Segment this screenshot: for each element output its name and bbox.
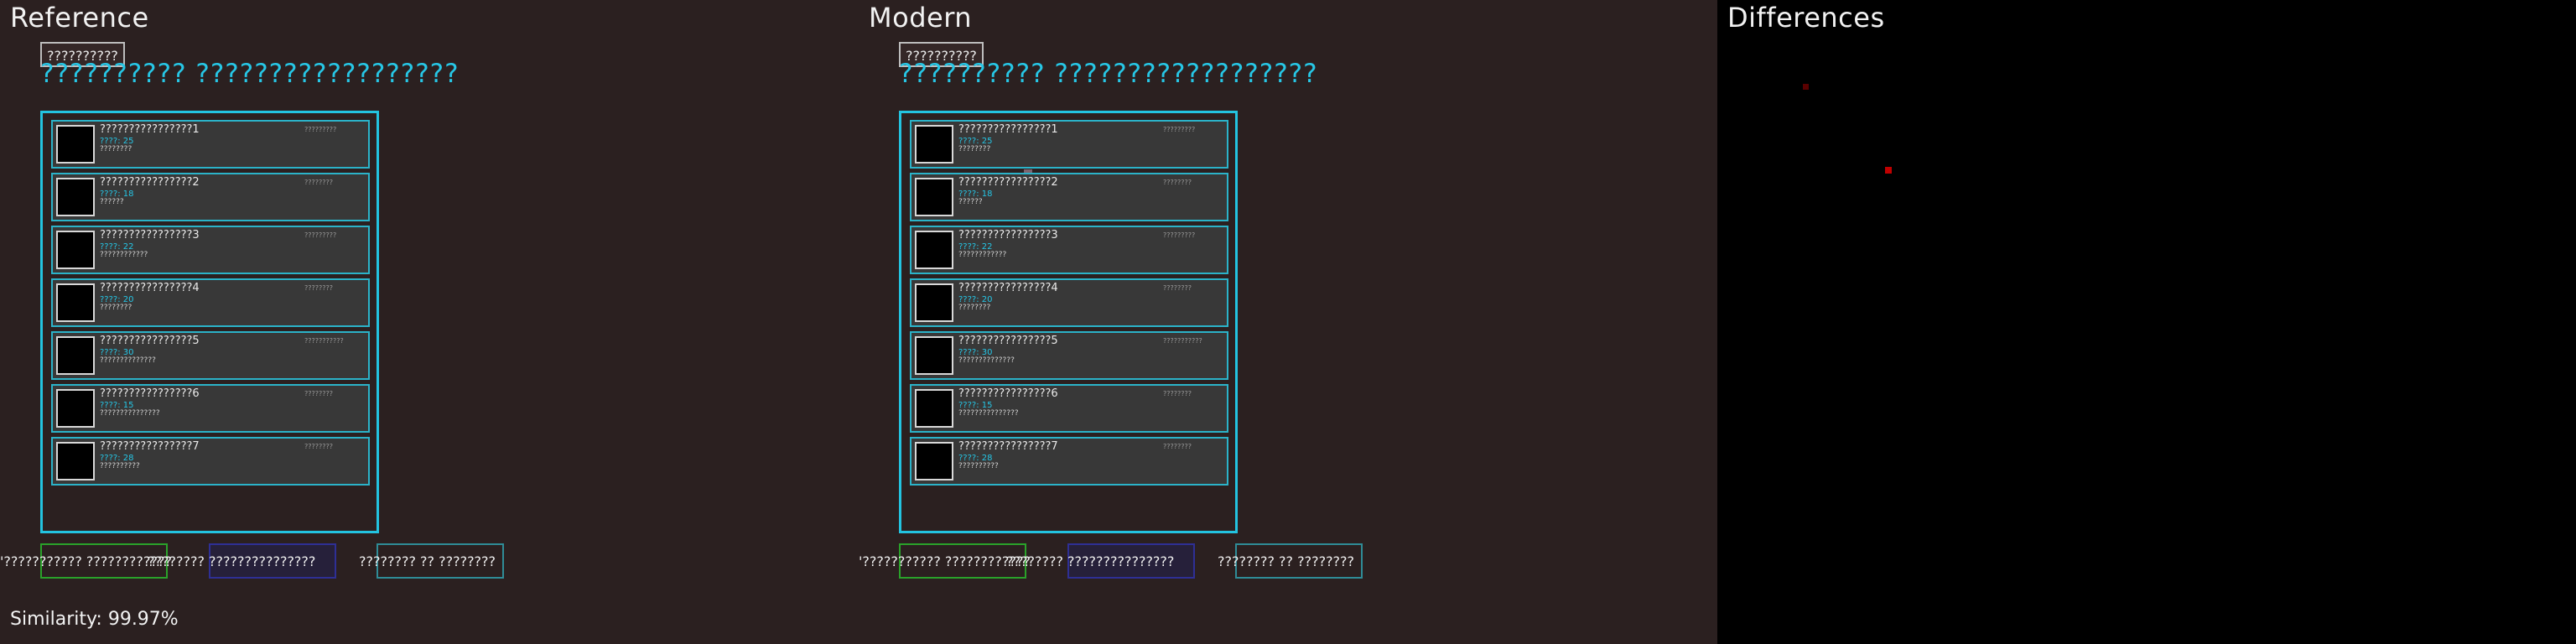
bottom-label-left: '??????????? ???????????? (0, 553, 172, 569)
item-thumbnail (56, 283, 95, 322)
list-item[interactable]: ????????????????6 ????: 15 ?????????????… (910, 384, 1228, 433)
item-title: ????????????????5 (100, 335, 200, 347)
item-title: ????????????????4 (958, 282, 1058, 294)
item-meta: ????????? (1163, 231, 1196, 239)
item-description: ???????? (100, 304, 132, 312)
item-title: ????????????????2 (958, 176, 1058, 189)
item-title: ????????????????7 (100, 440, 200, 453)
list-item[interactable]: ????????????????4 ????: 20 ???????? ????… (51, 278, 370, 327)
bottom-label-middle: ???????? ??????????????? (1006, 553, 1175, 569)
list-item[interactable]: ????????????????2 ????: 18 ?????? ??????… (51, 173, 370, 221)
list-item[interactable]: ????????????????5 ????: 30 ?????????????… (910, 331, 1228, 380)
item-description: ???????? (958, 145, 991, 153)
list-item[interactable]: ????????????????3 ????: 22 ???????????? … (51, 226, 370, 274)
item-title: ????????????????7 (958, 440, 1058, 453)
item-meta: ???????? (1163, 284, 1192, 292)
item-title: ????????????????2 (100, 176, 200, 189)
list-item[interactable]: ????????????????3 ????: 22 ???????????? … (910, 226, 1228, 274)
item-thumbnail (915, 389, 953, 428)
item-meta: ????????? (304, 126, 337, 133)
reference-panel: Reference ?????????? ?????????? ????????… (0, 0, 859, 644)
item-meta: ????????? (1163, 126, 1196, 133)
item-thumbnail (56, 442, 95, 480)
list-item[interactable]: ????????????????1 ????: 25 ???????? ????… (51, 120, 370, 169)
item-meta: ????????? (304, 231, 337, 239)
list-item[interactable]: ????????????????5 ????: 30 ?????????????… (51, 331, 370, 380)
item-list: ????????????????1 ????: 25 ???????? ????… (899, 111, 1238, 533)
item-title: ????????????????6 (958, 387, 1058, 400)
item-meta: ???????? (304, 443, 333, 450)
difference-marker (1803, 84, 1809, 90)
item-description: ?????????????? (100, 356, 156, 365)
panel-title-modern: Modern (869, 2, 973, 34)
item-meta: ???????? (304, 390, 333, 397)
item-description: ??????????????? (958, 409, 1019, 418)
item-thumbnail (915, 442, 953, 480)
item-meta: ???????? (1163, 390, 1192, 397)
item-description: ?????????? (958, 462, 999, 470)
item-title: ????????????????1 (100, 123, 200, 136)
panel-title-differences: Differences (1727, 2, 1885, 34)
item-title: ????????????????1 (958, 123, 1058, 136)
item-thumbnail (56, 178, 95, 216)
item-thumbnail (915, 125, 953, 164)
item-meta: ???????? (1163, 443, 1192, 450)
item-list: ????????????????1 ????: 25 ???????? ????… (40, 111, 379, 533)
list-item[interactable]: ????????????????7 ????: 28 ?????????? ??… (910, 437, 1228, 486)
item-title: ????????????????3 (958, 229, 1058, 242)
item-thumbnail (915, 336, 953, 375)
list-item[interactable]: ????????????????4 ????: 20 ???????? ????… (910, 278, 1228, 327)
item-meta: ??????????? (1163, 337, 1202, 345)
item-thumbnail (56, 389, 95, 428)
item-meta: ???????? (1163, 179, 1192, 186)
item-title: ????????????????3 (100, 229, 200, 242)
item-title: ????????????????4 (100, 282, 200, 294)
item-description: ???????? (100, 145, 132, 153)
item-title: ????????????????6 (100, 387, 200, 400)
item-description: ??????????????? (100, 409, 160, 418)
page-heading: ?????????? ?????????????????? (899, 59, 1318, 89)
panel-title-reference: Reference (10, 2, 149, 34)
item-description: ???????????? (100, 251, 148, 259)
bottom-label-left: '??????????? ???????????? (859, 553, 1031, 569)
item-thumbnail (56, 231, 95, 269)
item-description: ???????????? (958, 251, 1007, 259)
item-thumbnail (915, 178, 953, 216)
item-meta: ???????? (304, 284, 333, 292)
item-thumbnail (915, 231, 953, 269)
item-thumbnail (56, 336, 95, 375)
item-title: ????????????????5 (958, 335, 1058, 347)
item-description: ???????? (958, 304, 991, 312)
list-item[interactable]: ????????????????6 ????: 15 ?????????????… (51, 384, 370, 433)
bottom-label-right: ???????? ?? ???????? (1218, 553, 1355, 569)
item-meta: ???????? (304, 179, 333, 186)
page-heading: ?????????? ?????????????????? (40, 59, 460, 89)
bottom-label-middle: ???????? ??????????????? (148, 553, 316, 569)
item-meta: ??????????? (304, 337, 344, 345)
difference-marker (1885, 167, 1892, 174)
item-description: ?????????? (100, 462, 140, 470)
modern-panel: Modern ?????????? ?????????? ???????????… (859, 0, 1717, 644)
item-description: ?????? (100, 198, 124, 206)
item-thumbnail (915, 283, 953, 322)
item-description: ?????? (958, 198, 983, 206)
bottom-label-right: ???????? ?? ???????? (359, 553, 496, 569)
list-item[interactable]: ????????????????1 ????: 25 ???????? ????… (910, 120, 1228, 169)
list-item[interactable]: ????????????????7 ????: 28 ?????????? ??… (51, 437, 370, 486)
list-item[interactable]: ????????????????2 ????: 18 ?????? ??????… (910, 173, 1228, 221)
similarity-readout: Similarity: 99.97% (10, 609, 179, 630)
item-thumbnail (56, 125, 95, 164)
differences-panel: Differences (1717, 0, 2576, 644)
item-description: ?????????????? (958, 356, 1015, 365)
